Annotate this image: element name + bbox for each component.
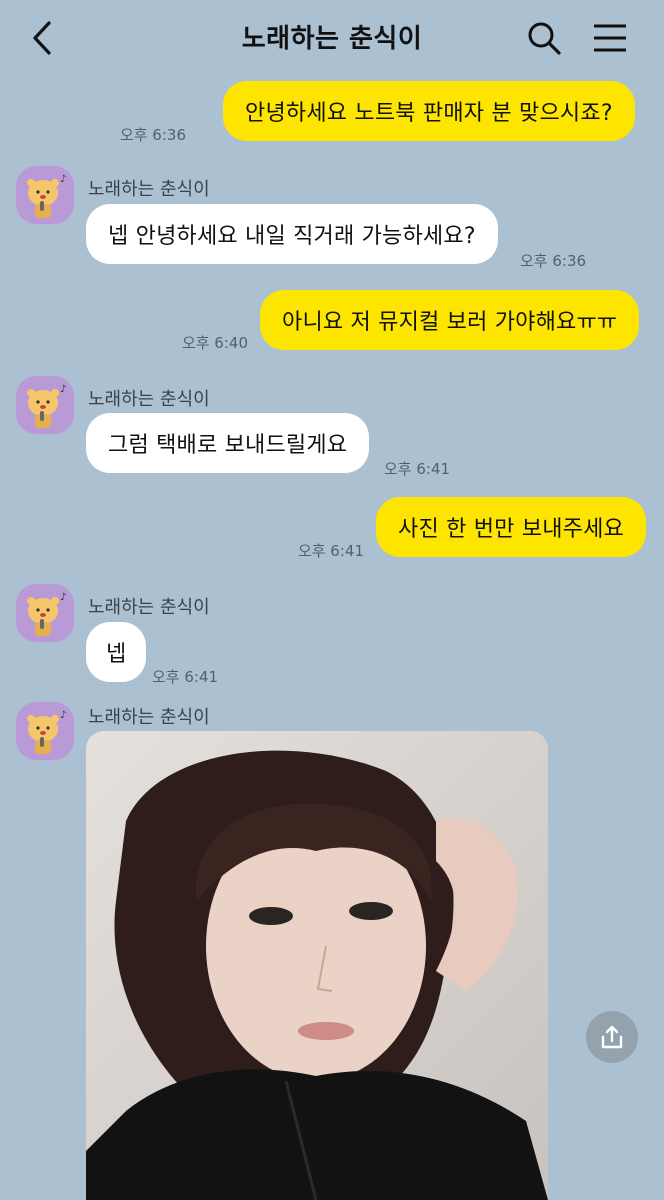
message-time: 오후 6:40 xyxy=(181,334,248,352)
svg-text:♪: ♪ xyxy=(60,710,66,721)
sender-name: 노래하는 춘식이 xyxy=(88,179,210,200)
sender-name: 노래하는 춘식이 xyxy=(88,597,210,618)
svg-text:♪: ♪ xyxy=(60,592,66,603)
sender-name: 노래하는 춘식이 xyxy=(88,707,210,728)
chat-header: 노래하는 춘식이 xyxy=(0,0,664,76)
svg-text:♪: ♪ xyxy=(60,174,66,185)
search-icon xyxy=(528,22,561,55)
portrait-photo xyxy=(86,731,548,1200)
chunsik-avatar-icon: ♪ xyxy=(27,384,66,428)
avatar[interactable]: ♪ xyxy=(16,376,74,434)
sender-name: 노래하는 춘식이 xyxy=(88,389,210,410)
menu-button[interactable] xyxy=(588,16,632,60)
my-message-bubble[interactable]: 사진 한 번만 보내주세요 xyxy=(376,497,646,557)
message-time: 오후 6:41 xyxy=(152,668,219,686)
avatar[interactable]: ♪ xyxy=(16,166,74,224)
share-button[interactable] xyxy=(586,1011,638,1063)
chunsik-avatar-icon: ♪ xyxy=(27,174,66,218)
message-time: 오후 6:41 xyxy=(297,542,364,560)
their-message-bubble[interactable]: 넵 안녕하세요 내일 직거래 가능하세요? xyxy=(86,204,498,264)
chunsik-avatar-icon: ♪ xyxy=(27,592,66,636)
avatar[interactable]: ♪ xyxy=(16,702,74,760)
search-button[interactable] xyxy=(522,16,566,60)
message-text: 아니요 저 뮤지컬 보러 가야해요ㅠㅠ xyxy=(282,310,618,335)
message-time: 오후 6:36 xyxy=(119,126,186,144)
message-text: 안녕하세요 노트북 판매자 분 맞으시죠? xyxy=(245,101,613,126)
my-message-bubble[interactable]: 안녕하세요 노트북 판매자 분 맞으시죠? xyxy=(223,81,635,141)
message-text: 그럼 택배로 보내드릴게요 xyxy=(108,433,348,458)
hamburger-menu-icon xyxy=(594,24,626,52)
svg-text:♪: ♪ xyxy=(60,384,66,395)
share-icon xyxy=(601,1025,623,1049)
message-text: 넵 xyxy=(106,642,127,667)
message-time: 오후 6:36 xyxy=(520,252,587,270)
their-message-bubble[interactable]: 넵 xyxy=(86,622,147,682)
my-message-bubble[interactable]: 아니요 저 뮤지컬 보러 가야해요ㅠㅠ xyxy=(260,290,640,350)
their-message-bubble[interactable]: 그럼 택배로 보내드릴게요 xyxy=(86,413,370,473)
chunsik-avatar-icon: ♪ xyxy=(27,710,66,754)
avatar[interactable]: ♪ xyxy=(16,584,74,642)
photo-message[interactable] xyxy=(86,731,548,1200)
message-time: 오후 6:41 xyxy=(384,460,451,478)
message-text: 사진 한 번만 보내주세요 xyxy=(398,517,624,542)
message-text: 넵 안녕하세요 내일 직거래 가능하세요? xyxy=(108,224,476,249)
